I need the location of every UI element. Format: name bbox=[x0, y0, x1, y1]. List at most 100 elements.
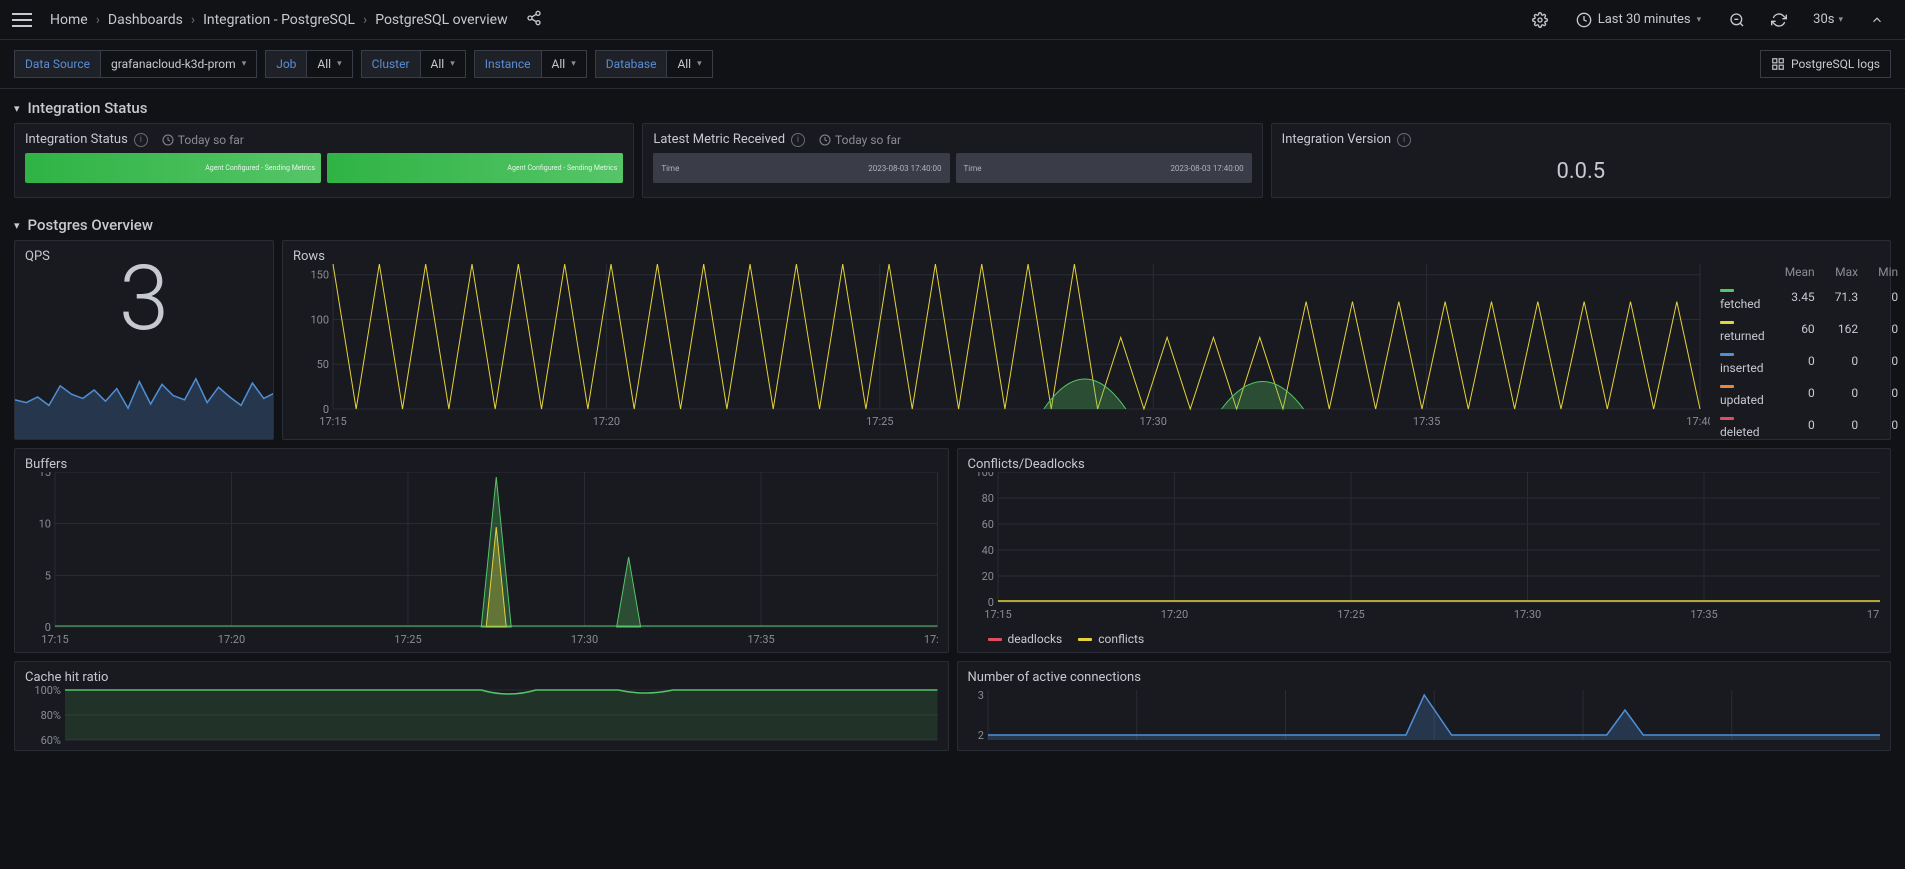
svg-text:17:40: 17:40 bbox=[924, 633, 938, 646]
svg-text:17:20: 17:20 bbox=[1160, 608, 1187, 621]
panel-integration-version: Integration Version i 0.0.5 bbox=[1271, 123, 1891, 198]
collapse-icon[interactable] bbox=[1861, 4, 1893, 36]
panel-conflicts: Conflicts/Deadlocks 02040608010017:1517:… bbox=[957, 448, 1892, 653]
panel-connections: Number of active connections 23 bbox=[957, 661, 1892, 751]
var-label-cluster: Cluster bbox=[361, 50, 420, 78]
share-icon[interactable] bbox=[526, 10, 542, 30]
svg-text:60%: 60% bbox=[41, 734, 61, 745]
svg-text:17:35: 17:35 bbox=[1413, 415, 1440, 428]
panel-title-label: Integration Version bbox=[1282, 132, 1391, 147]
var-cluster[interactable]: All▾ bbox=[420, 50, 466, 78]
panel-time-range: Today so far bbox=[162, 133, 244, 147]
var-datasource[interactable]: grafanacloud-k3d-prom▾ bbox=[100, 50, 257, 78]
row-postgres-overview[interactable]: ▾ Postgres Overview bbox=[0, 206, 1905, 240]
breadcrumb-folder[interactable]: Integration - PostgreSQL bbox=[203, 12, 355, 28]
chevron-right-icon: › bbox=[96, 12, 100, 28]
svg-text:100: 100 bbox=[310, 313, 329, 326]
panel-title-label: Conflicts/Deadlocks bbox=[968, 457, 1085, 472]
time-range-label: Last 30 minutes bbox=[1598, 12, 1691, 27]
panel-title-label: QPS bbox=[25, 249, 50, 264]
chevron-right-icon: › bbox=[363, 12, 367, 28]
svg-text:40: 40 bbox=[981, 544, 993, 557]
refresh-interval-label: 30s bbox=[1813, 12, 1834, 27]
refresh-interval-button[interactable]: 30s ▾ bbox=[1805, 6, 1851, 33]
chevron-down-icon: ▾ bbox=[242, 59, 247, 69]
svg-text:20: 20 bbox=[981, 570, 993, 583]
row-integration-status[interactable]: ▾ Integration Status bbox=[0, 89, 1905, 123]
breadcrumb-dashboards[interactable]: Dashboards bbox=[108, 12, 183, 28]
svg-text:17:30: 17:30 bbox=[571, 633, 598, 646]
var-database[interactable]: All▾ bbox=[666, 50, 712, 78]
svg-text:17:20: 17:20 bbox=[218, 633, 245, 646]
svg-text:100%: 100% bbox=[34, 685, 61, 697]
svg-text:80%: 80% bbox=[41, 709, 61, 722]
var-label-job: Job bbox=[265, 50, 306, 78]
breadcrumb: Home › Dashboards › Integration - Postgr… bbox=[50, 10, 1524, 30]
refresh-icon[interactable] bbox=[1763, 4, 1795, 36]
conflicts-chart: 02040608010017:1517:2017:2517:3017:3517:… bbox=[968, 472, 1881, 622]
zoom-out-icon[interactable] bbox=[1721, 4, 1753, 36]
var-instance[interactable]: All▾ bbox=[541, 50, 587, 78]
chevron-down-icon: ▾ bbox=[697, 59, 702, 69]
panel-buffers: Buffers 05101517:1517:2017:2517:3017:351… bbox=[14, 448, 949, 653]
svg-text:17:20: 17:20 bbox=[593, 415, 620, 428]
svg-text:17:15: 17:15 bbox=[41, 633, 68, 646]
clock-icon bbox=[819, 134, 831, 146]
gear-icon[interactable] bbox=[1524, 4, 1556, 36]
svg-text:80: 80 bbox=[981, 492, 993, 505]
panel-title-label: Latest Metric Received bbox=[653, 132, 785, 147]
version-value: 0.0.5 bbox=[1282, 159, 1880, 184]
chevron-down-icon: ▾ bbox=[14, 102, 20, 115]
panel-integration-status: Integration Status i Today so far Agent … bbox=[14, 123, 634, 198]
svg-text:17:25: 17:25 bbox=[866, 415, 893, 428]
var-label-database: Database bbox=[595, 50, 667, 78]
menu-icon[interactable] bbox=[12, 13, 32, 27]
breadcrumb-home[interactable]: Home bbox=[50, 12, 88, 28]
svg-text:5: 5 bbox=[45, 569, 51, 582]
chevron-down-icon: ▾ bbox=[1697, 15, 1702, 25]
panel-rows: Rows 05010015017:1517:2017:2517:3017:351… bbox=[282, 240, 1891, 440]
panel-title-label: Buffers bbox=[25, 457, 67, 472]
svg-text:10: 10 bbox=[39, 518, 51, 531]
clock-icon bbox=[1576, 12, 1592, 28]
variable-bar: Data Source grafanacloud-k3d-prom▾ Job A… bbox=[0, 40, 1905, 89]
chevron-down-icon: ▾ bbox=[337, 59, 342, 69]
svg-text:17:30: 17:30 bbox=[1513, 608, 1540, 621]
rows-legend: MeanMaxMinfetched3.4571.30returned601620… bbox=[1710, 253, 1880, 431]
rows-chart: 05010015017:1517:2017:2517:3017:3517:40 bbox=[293, 264, 1710, 429]
panel-cache: Cache hit ratio 60%80%100% bbox=[14, 661, 949, 751]
svg-text:100: 100 bbox=[975, 472, 994, 479]
chevron-right-icon: › bbox=[191, 12, 195, 28]
panel-title-label: Rows bbox=[293, 249, 325, 264]
svg-text:15: 15 bbox=[39, 472, 51, 479]
info-icon[interactable]: i bbox=[791, 133, 805, 147]
svg-text:60: 60 bbox=[981, 518, 993, 531]
status-badge: Agent Configured - Sending Metrics bbox=[327, 153, 623, 183]
var-job[interactable]: All▾ bbox=[306, 50, 352, 78]
status-badge: Agent Configured - Sending Metrics bbox=[25, 153, 321, 183]
svg-text:17:40: 17:40 bbox=[1866, 608, 1880, 621]
info-icon[interactable]: i bbox=[1397, 133, 1411, 147]
var-label-instance: Instance bbox=[474, 50, 541, 78]
buffers-chart: 05101517:1517:2017:2517:3017:3517:40 bbox=[25, 472, 938, 647]
panel-title-label: Number of active connections bbox=[968, 670, 1141, 685]
page-title: PostgreSQL overview bbox=[375, 12, 507, 28]
conflicts-legend: deadlocksconflicts bbox=[968, 632, 1881, 646]
metric-timestamp-box: Time 2023-08-03 17:40:00 bbox=[653, 153, 949, 183]
chevron-down-icon: ▾ bbox=[450, 59, 455, 69]
connections-chart: 23 bbox=[968, 685, 1881, 745]
cache-chart: 60% 80% 100% bbox=[25, 685, 938, 745]
metric-timestamp-box: Time 2023-08-03 17:40:00 bbox=[956, 153, 1252, 183]
clock-icon bbox=[162, 134, 174, 146]
panel-latest-metric: Latest Metric Received i Today so far Ti… bbox=[642, 123, 1262, 198]
var-label-datasource: Data Source bbox=[14, 50, 100, 78]
panel-qps: QPS 3 bbox=[14, 240, 274, 440]
svg-text:17:15: 17:15 bbox=[319, 415, 346, 428]
time-range-button[interactable]: Last 30 minutes ▾ bbox=[1566, 6, 1711, 34]
svg-text:150: 150 bbox=[310, 269, 329, 282]
qps-sparkline bbox=[15, 369, 274, 439]
svg-text:2: 2 bbox=[977, 729, 983, 742]
postgresql-logs-link[interactable]: PostgreSQL logs bbox=[1760, 50, 1891, 78]
info-icon[interactable]: i bbox=[134, 133, 148, 147]
svg-text:3: 3 bbox=[977, 689, 983, 702]
